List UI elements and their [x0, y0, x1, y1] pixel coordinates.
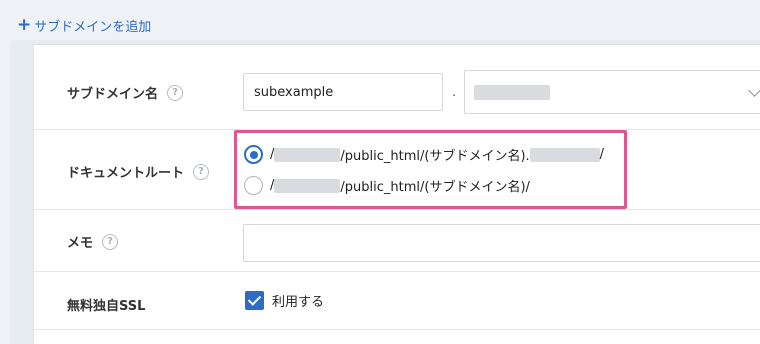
document-root-label: ドキュメントルート: [67, 166, 185, 181]
plus-icon: +: [17, 15, 32, 35]
memo-label-wrap: メモ ?: [67, 232, 119, 251]
ssl-checkbox-label: 利用する: [272, 295, 325, 310]
subdomain-name-label: サブドメイン名: [67, 87, 159, 102]
subdomain-name-row: サブドメイン名 ? subexample .: [34, 45, 760, 130]
blurred-user: [274, 147, 341, 162]
subdomain-name-label-wrap: サブドメイン名 ?: [67, 83, 184, 102]
ssl-label: 無料独自SSL: [67, 299, 146, 314]
ssl-label-wrap: 無料独自SSL: [67, 295, 145, 314]
ssl-row: 無料独自SSL 利用する: [34, 272, 760, 330]
memo-row: メモ ?: [34, 210, 760, 272]
ssl-checkbox-wrap[interactable]: 利用する: [245, 291, 324, 310]
document-root-option-1[interactable]: / /public_html/(サブドメイン名). /: [244, 145, 604, 164]
blurred-user: [274, 178, 341, 193]
radio-unselected[interactable]: [244, 176, 263, 195]
option1-path: /public_html/(サブドメイン名).: [340, 149, 530, 164]
memo-label: メモ: [67, 236, 94, 251]
blurred-domain: [474, 84, 550, 100]
subdomain-input[interactable]: subexample: [243, 73, 443, 111]
top-bar: + サブドメインを追加: [0, 0, 760, 40]
add-subdomain-link[interactable]: + サブドメインを追加: [17, 15, 152, 36]
document-root-option-2[interactable]: / /public_html/(サブドメイン名)/: [244, 176, 530, 195]
option1-suffix: /: [599, 147, 605, 162]
radio-selected[interactable]: [244, 145, 263, 164]
help-icon[interactable]: ?: [193, 163, 210, 180]
blurred-domain: [529, 147, 600, 162]
add-subdomain-label: サブドメインを追加: [34, 20, 152, 35]
help-icon[interactable]: ?: [102, 233, 119, 250]
ssl-checkbox[interactable]: [245, 291, 264, 310]
chevron-down-icon: [748, 84, 760, 97]
domain-separator: .: [452, 85, 457, 100]
option2-path: /public_html/(サブドメイン名)/: [340, 180, 530, 195]
document-root-label-wrap: ドキュメントルート ?: [67, 162, 210, 181]
subdomain-input-value: subexample: [254, 84, 334, 100]
memo-input[interactable]: [243, 224, 760, 262]
help-icon[interactable]: ?: [167, 84, 184, 101]
domain-select[interactable]: [464, 70, 760, 114]
highlight-box: [234, 130, 627, 209]
